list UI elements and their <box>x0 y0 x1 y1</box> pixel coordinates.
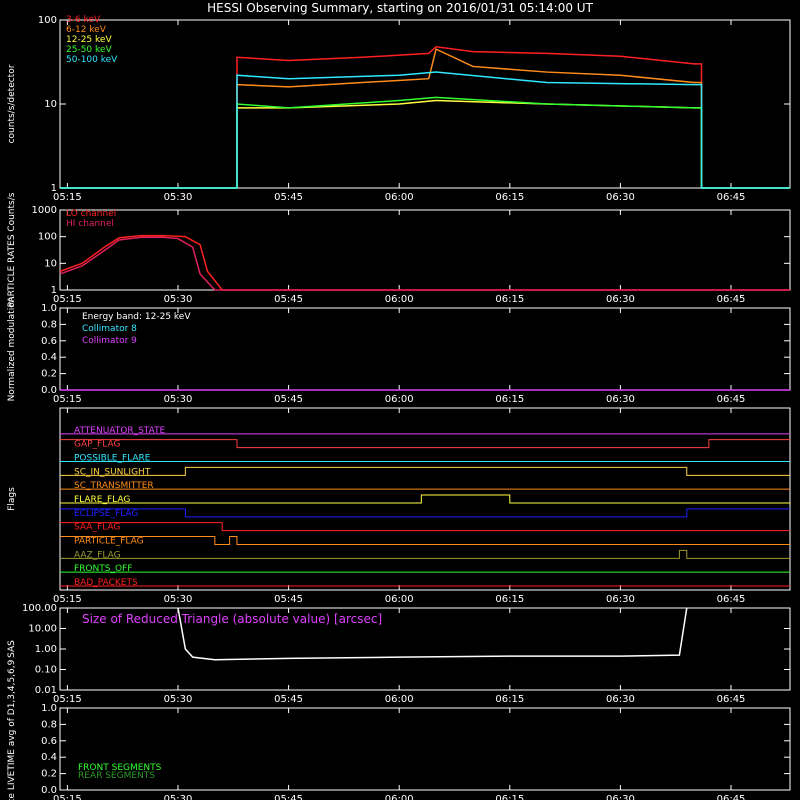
x-tick-label: 06:30 <box>606 192 635 203</box>
legend-entry: 12-25 keV <box>66 35 112 45</box>
y-tick-label: 1000 <box>32 205 57 216</box>
y-tick-label: 10 <box>44 258 57 269</box>
flag-label: SC_TRANSMITTER <box>74 481 154 491</box>
sas-annotation: Size of Reduced Triangle (absolute value… <box>82 612 382 626</box>
y-tick-label: 1.0 <box>41 303 57 314</box>
x-tick-label: 05:15 <box>53 192 82 203</box>
x-tick-label: 05:45 <box>274 192 303 203</box>
y-tick-label: 0.4 <box>41 752 57 763</box>
x-tick-label: 06:30 <box>606 294 635 305</box>
x-tick-label: 05:15 <box>53 694 82 705</box>
x-tick-label: 06:30 <box>606 694 635 705</box>
y-tick-label: 0.6 <box>41 336 57 347</box>
x-tick-label: 05:15 <box>53 594 82 605</box>
y-axis-label: Flags <box>7 487 17 511</box>
y-tick-label: 0.8 <box>41 319 57 330</box>
y-tick-label: 0.8 <box>41 719 57 730</box>
x-tick-label: 06:30 <box>606 394 635 405</box>
x-tick-label: 06:45 <box>717 594 746 605</box>
y-axis-label: counts/s/detector <box>7 64 17 143</box>
x-tick-label: 05:15 <box>53 294 82 305</box>
x-tick-label: 06:00 <box>385 394 414 405</box>
legend-entry: LO channel <box>66 209 116 219</box>
legend-entry: HI channel <box>66 219 114 229</box>
flag-label: SAA_FLAG <box>74 523 120 533</box>
x-tick-label: 06:15 <box>495 394 524 405</box>
y-tick-label: 1 <box>51 285 57 296</box>
flag-label: ATTENUATOR_STATE <box>74 426 166 436</box>
x-tick-label: 06:45 <box>717 694 746 705</box>
x-tick-label: 06:00 <box>385 294 414 305</box>
y-axis-label: Normalized modulation <box>7 297 17 402</box>
legend-entry: 3-6 keV <box>66 15 101 25</box>
y-tick-label: 0.10 <box>35 665 57 676</box>
y-tick-label: 100 <box>38 15 57 26</box>
y-tick-label: 0.01 <box>35 685 57 696</box>
flag-label: SC_IN_SUNLIGHT <box>74 467 151 477</box>
y-tick-label: 0.0 <box>41 385 57 396</box>
y-tick-label: 100 <box>38 232 57 243</box>
y-tick-label: 0.6 <box>41 736 57 747</box>
x-tick-label: 06:15 <box>495 694 524 705</box>
x-tick-label: 06:45 <box>717 192 746 203</box>
legend-entry: 25-50 keV <box>66 45 112 55</box>
x-tick-label: 06:45 <box>717 794 746 800</box>
y-tick-label: 1 <box>51 183 57 194</box>
x-tick-label: 05:15 <box>53 794 82 800</box>
x-tick-label: 06:30 <box>606 794 635 800</box>
x-tick-label: 06:00 <box>385 794 414 800</box>
x-tick-label: 06:45 <box>717 394 746 405</box>
x-tick-label: 05:30 <box>164 794 193 800</box>
y-tick-label: 0.2 <box>41 769 57 780</box>
x-tick-label: 06:45 <box>717 294 746 305</box>
x-tick-label: 06:00 <box>385 192 414 203</box>
flag-label: PARTICLE_FLAG <box>74 537 144 547</box>
figure-title: HESSI Observing Summary, starting on 201… <box>207 1 593 15</box>
flag-label: AAZ_FLAG <box>74 550 121 560</box>
x-tick-label: 05:15 <box>53 394 82 405</box>
y-tick-label: 0.0 <box>41 785 57 796</box>
legend-entry: 50-100 keV <box>66 55 118 65</box>
flag-label: FLARE_FLAG <box>74 495 130 505</box>
x-tick-label: 05:30 <box>164 294 193 305</box>
x-tick-label: 05:30 <box>164 192 193 203</box>
flag-label: FRONTS_OFF <box>74 564 132 574</box>
x-tick-label: 05:45 <box>274 794 303 800</box>
y-tick-label: 0.4 <box>41 352 57 363</box>
y-tick-label: 10 <box>44 99 57 110</box>
x-tick-label: 06:00 <box>385 694 414 705</box>
x-tick-label: 05:45 <box>274 694 303 705</box>
x-tick-label: 05:45 <box>274 394 303 405</box>
x-tick-label: 06:00 <box>385 594 414 605</box>
legend-entry: 6-12 keV <box>66 25 107 35</box>
flag-label: ECLIPSE_FLAG <box>74 509 138 519</box>
legend-entry: Collimator 9 <box>82 336 137 346</box>
legend-entry: REAR SEGMENTS <box>78 771 155 781</box>
x-tick-label: 06:15 <box>495 794 524 800</box>
x-tick-label: 06:15 <box>495 594 524 605</box>
x-tick-label: 05:45 <box>274 594 303 605</box>
energy-band-annotation: Energy band: 12-25 keV <box>82 312 191 322</box>
y-axis-label: SAS <box>7 640 17 658</box>
y-tick-label: 0.2 <box>41 369 57 380</box>
y-tick-label: 1.00 <box>35 644 57 655</box>
y-axis-label: Mon. Rate LIVETIME avg of D1,3,4,5,6,9 <box>7 659 17 800</box>
y-tick-label: 1.0 <box>41 703 57 714</box>
x-tick-label: 05:30 <box>164 394 193 405</box>
x-tick-label: 05:30 <box>164 694 193 705</box>
flag-label: POSSIBLE_FLARE <box>74 454 151 464</box>
x-tick-label: 06:15 <box>495 192 524 203</box>
hessi-summary-figure: HESSI Observing Summary, starting on 201… <box>0 0 800 800</box>
flag-label: GAP_FLAG <box>74 440 120 450</box>
y-tick-label: 100.00 <box>22 603 57 614</box>
flag-label: BAD_PACKETS <box>74 578 138 588</box>
x-tick-label: 05:45 <box>274 294 303 305</box>
x-tick-label: 05:30 <box>164 594 193 605</box>
y-axis-label: PARTICLE RATES Counts/s <box>7 192 17 307</box>
legend-entry: Collimator 8 <box>82 324 137 334</box>
y-tick-label: 10.00 <box>28 624 57 635</box>
x-tick-label: 06:30 <box>606 594 635 605</box>
x-tick-label: 06:15 <box>495 294 524 305</box>
